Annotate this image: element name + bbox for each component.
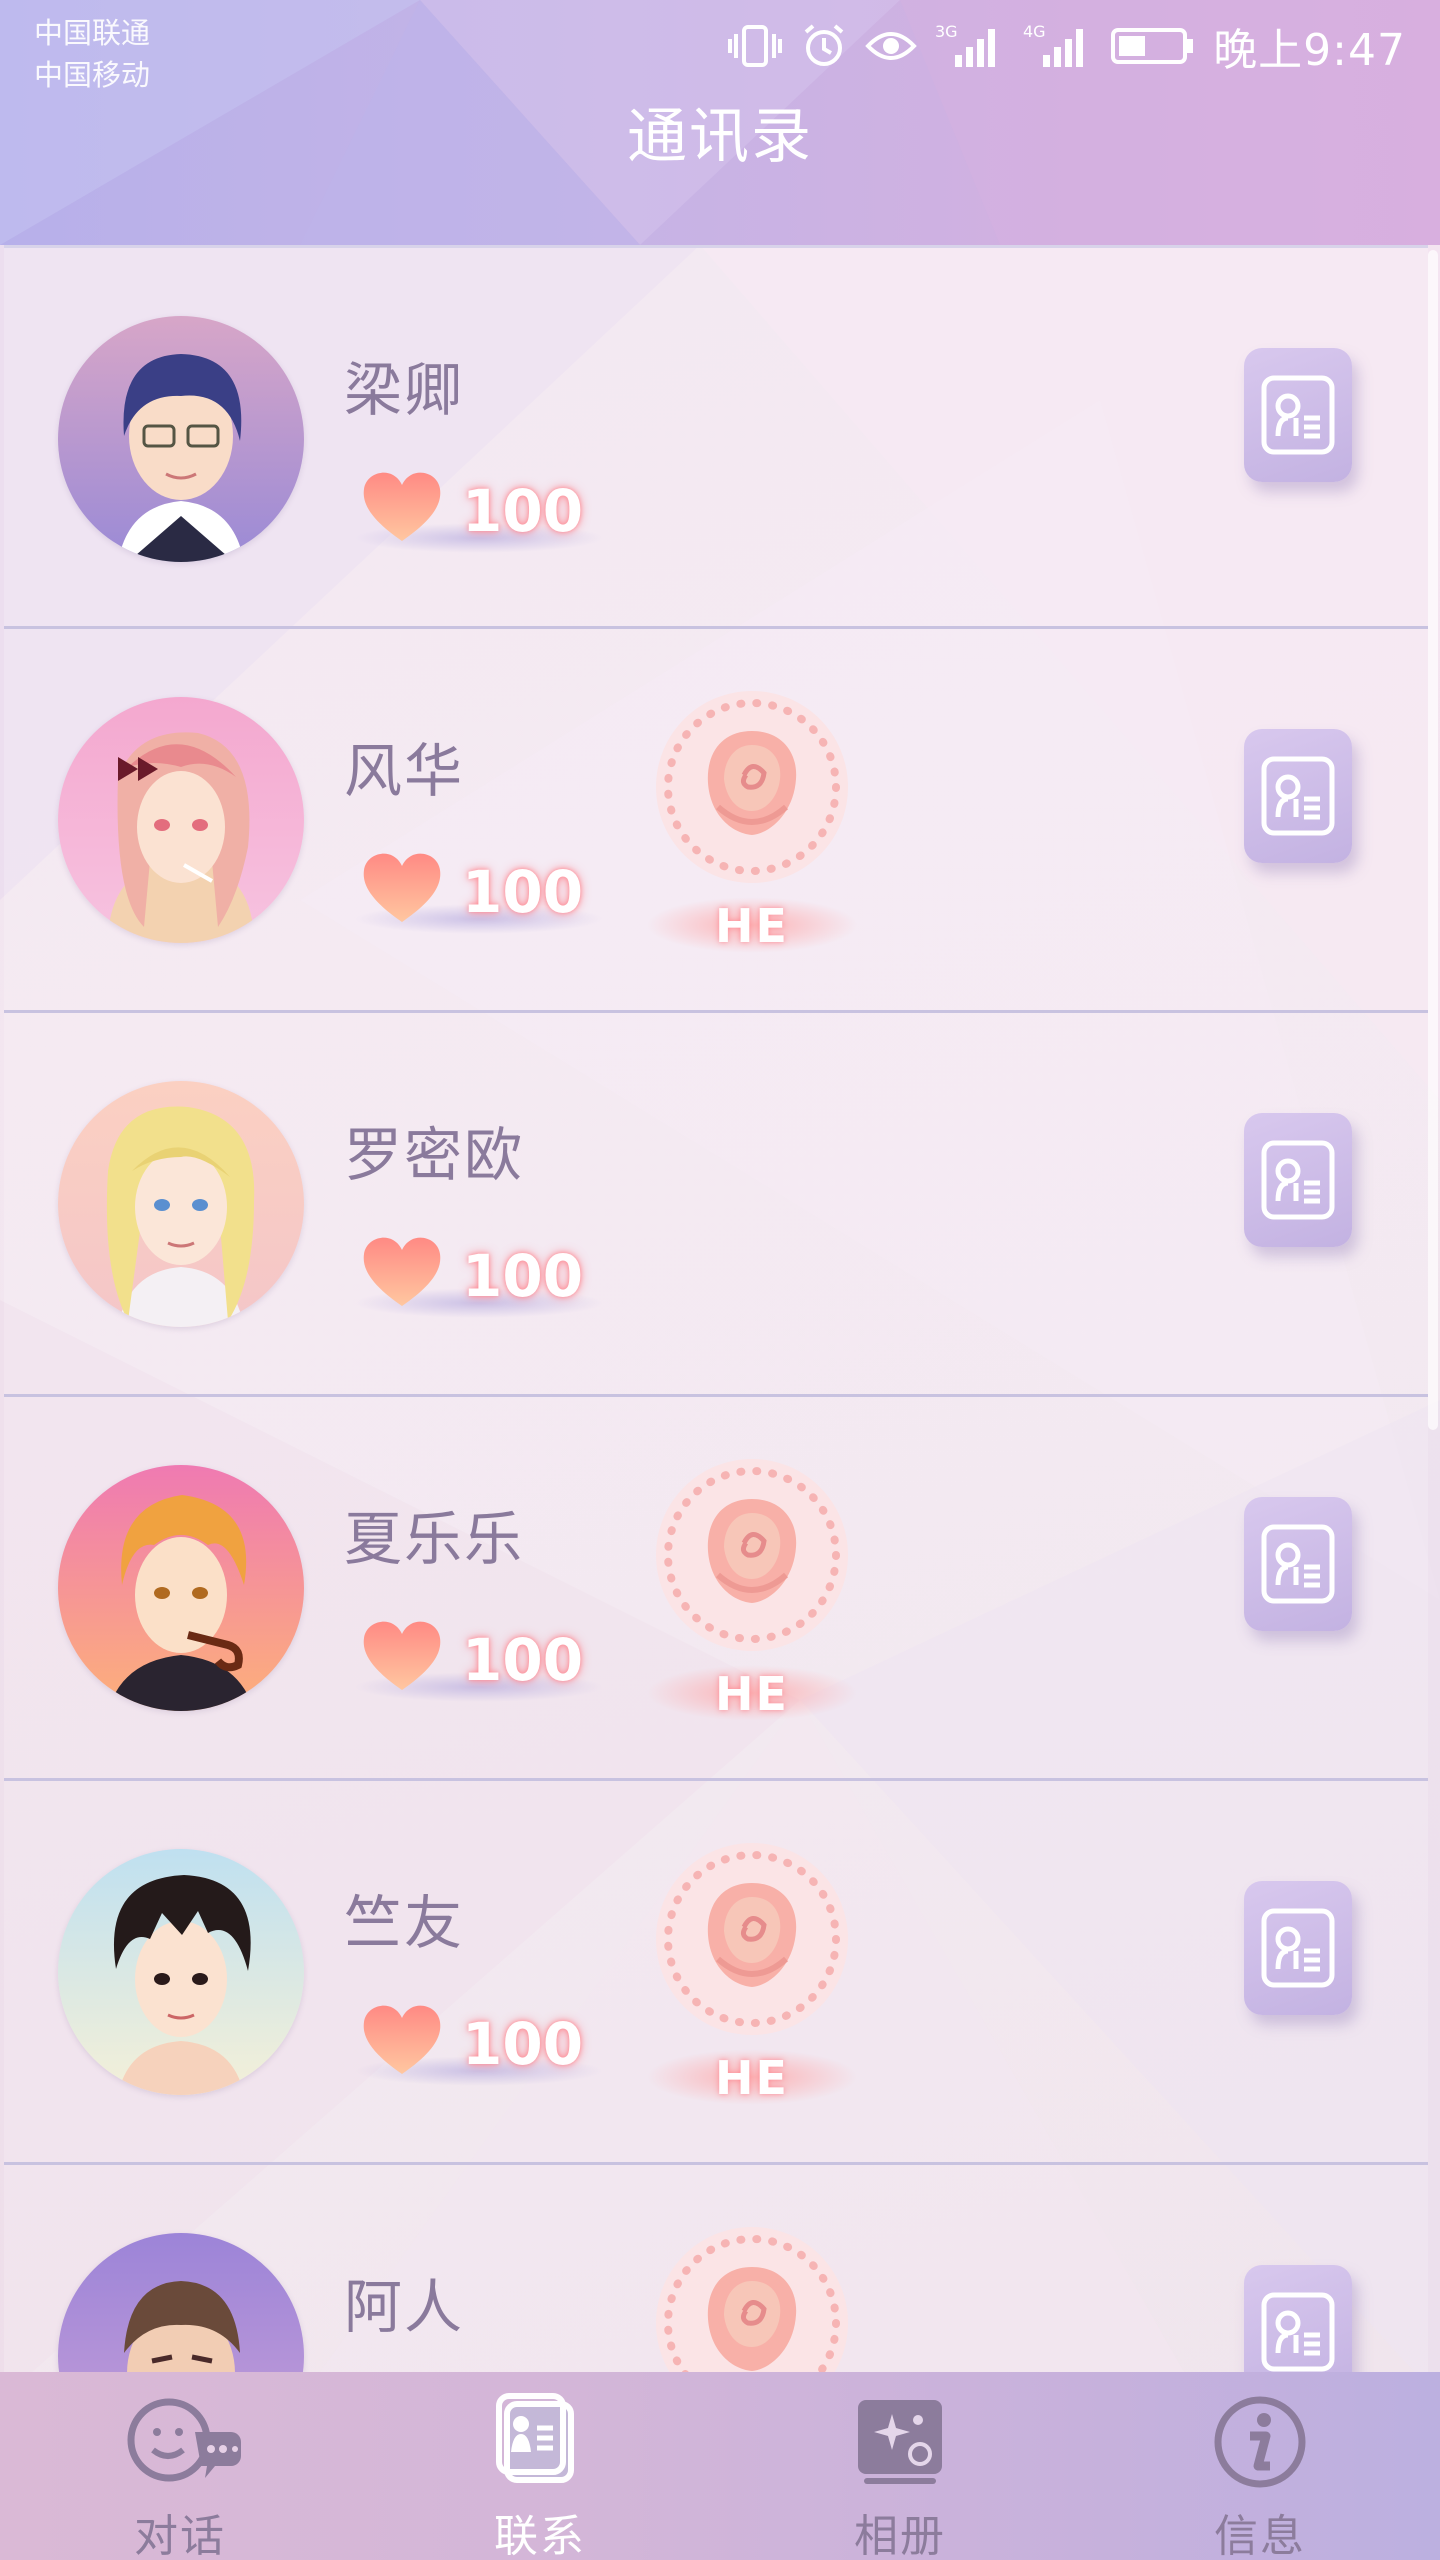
profile-card-icon [1261, 1524, 1335, 1604]
avatar-portrait-3 [58, 1081, 304, 1327]
eye-icon [865, 32, 917, 60]
avatar[interactable] [58, 1849, 304, 2095]
affection-meter: 100 [344, 1228, 614, 1318]
heart-icon [363, 2005, 441, 2074]
scrollbar[interactable] [1428, 250, 1438, 1430]
signal-3g-icon: 3G [935, 22, 996, 67]
contact-name: 竺友 [344, 1889, 465, 1957]
page-title: 通讯录 [627, 102, 813, 172]
battery-icon [1111, 28, 1194, 64]
heart-icon [363, 1621, 441, 1690]
heart-icon [363, 472, 441, 541]
contact-card-icon [496, 2393, 574, 2483]
avatar-portrait-1 [58, 316, 304, 562]
affection-value: 100 [462, 477, 584, 545]
info-icon [1214, 2396, 1306, 2488]
avatar-portrait-5 [58, 1849, 304, 2095]
network-2-label: 4G [1023, 22, 1046, 41]
affection-value: 100 [462, 1626, 584, 1694]
profile-card-icon [1261, 756, 1335, 836]
contact-name: 罗密欧 [344, 1121, 525, 1189]
avatar[interactable] [58, 1081, 304, 1327]
contact-name: 夏乐乐 [344, 1505, 525, 1573]
ending-label: HE [715, 1667, 789, 1721]
avatar[interactable] [58, 697, 304, 943]
avatar-portrait-4 [58, 1465, 304, 1711]
affection-meter: 100 [344, 1996, 614, 2086]
album-icon [858, 2400, 942, 2484]
carrier-1: 中国联通 [34, 16, 151, 50]
status-icons: 3G 4G 晚上9:47 [727, 16, 1406, 76]
contact-name: 梁卿 [344, 356, 465, 424]
ending-badge: HE [646, 1455, 858, 1725]
profile-card-button[interactable] [1244, 729, 1352, 863]
profile-card-button[interactable] [1244, 348, 1352, 482]
heart-icon [363, 1237, 441, 1306]
heart-icon [363, 853, 441, 922]
bottom-nav: 对话 联系 相册 信息 [0, 2372, 1440, 2560]
avatar-portrait-2 [58, 697, 304, 943]
contact-name: 风华 [344, 737, 465, 805]
affection-value: 100 [462, 858, 584, 926]
app-header: 中国联通 中国移动 3G 4G 晚上9:47 通讯录 [0, 0, 1440, 245]
contact-list[interactable]: 梁卿 100 风华 100 HE 罗密欧 100 夏乐乐 100 HE 竺友 1… [4, 245, 1428, 2549]
nav-label: 联系 [494, 2511, 586, 2560]
avatar[interactable] [58, 1465, 304, 1711]
chat-icon [127, 2398, 241, 2482]
ending-label: HE [715, 2051, 789, 2105]
alarm-icon [804, 24, 844, 66]
clock: 晚上9:47 [1213, 25, 1406, 76]
profile-card-icon [1261, 1908, 1335, 1988]
profile-card-icon [1261, 2292, 1335, 2372]
nav-label: 信息 [1214, 2511, 1306, 2560]
ending-badge: HE [646, 687, 858, 957]
vibrate-icon [728, 25, 783, 67]
contact-row[interactable]: 竺友 100 HE [4, 1781, 1428, 2165]
profile-card-button[interactable] [1244, 1497, 1352, 1631]
nav-item-info[interactable]: 信息 [1080, 2372, 1440, 2560]
avatar[interactable] [58, 316, 304, 562]
affection-meter: 100 [344, 1612, 614, 1702]
nav-item-album[interactable]: 相册 [720, 2372, 1080, 2560]
rose-icon [656, 1459, 848, 1651]
affection-value: 100 [462, 2010, 584, 2078]
profile-card-icon [1261, 375, 1335, 455]
ending-badge: HE [646, 1839, 858, 2109]
contact-row[interactable]: 夏乐乐 100 HE [4, 1397, 1428, 1781]
affection-value: 100 [462, 1242, 584, 1310]
rose-icon [656, 1843, 848, 2035]
nav-item-contacts[interactable]: 联系 [360, 2372, 720, 2560]
affection-meter: 100 [344, 844, 614, 934]
profile-card-icon [1261, 1140, 1335, 1220]
contact-row[interactable]: 梁卿 100 [4, 245, 1428, 629]
contact-row[interactable]: 风华 100 HE [4, 629, 1428, 1013]
status-bar: 中国联通 中国移动 3G 4G 晚上9:47 [0, 0, 1440, 100]
profile-card-button[interactable] [1244, 1113, 1352, 1247]
affection-meter: 100 [344, 463, 614, 553]
nav-label: 对话 [134, 2511, 226, 2560]
ending-label: HE [715, 899, 789, 953]
profile-card-button[interactable] [1244, 1881, 1352, 2015]
nav-item-chat[interactable]: 对话 [0, 2372, 360, 2560]
rose-icon [656, 691, 848, 883]
nav-label: 相册 [854, 2511, 946, 2560]
signal-4g-icon: 4G [1023, 22, 1084, 67]
contact-name: 阿人 [344, 2273, 465, 2341]
contact-row[interactable]: 罗密欧 100 [4, 1013, 1428, 1397]
network-1-label: 3G [935, 22, 958, 41]
